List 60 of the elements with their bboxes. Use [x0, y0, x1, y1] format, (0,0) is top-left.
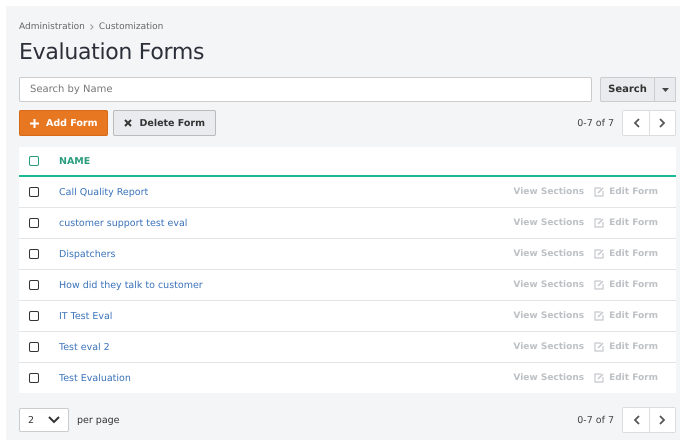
edit-form-link[interactable]: Edit Form — [609, 249, 658, 259]
next-page-button[interactable] — [649, 408, 675, 432]
edit-icon — [594, 373, 604, 383]
edit-form-link[interactable]: Edit Form — [609, 342, 658, 352]
view-sections-link[interactable]: View Sections — [513, 218, 584, 228]
form-name-link[interactable]: How did they talk to customer — [59, 280, 203, 290]
search-button[interactable]: Search — [600, 77, 655, 102]
form-name-link[interactable]: Test eval 2 — [59, 342, 110, 352]
view-sections-link[interactable]: View Sections — [513, 311, 584, 321]
select-all-checkbox[interactable] — [29, 156, 39, 166]
edit-icon — [594, 342, 604, 352]
page-range: 0-7 of 7 — [577, 118, 614, 128]
chevron-right-icon — [659, 118, 666, 128]
per-page-label: per page — [77, 414, 120, 426]
form-name-link[interactable]: Dispatchers — [59, 248, 116, 260]
form-name-link[interactable]: Test Evaluation — [59, 372, 131, 384]
page-range: 0-7 of 7 — [577, 414, 614, 426]
view-sections-link[interactable]: View Sections — [513, 249, 584, 259]
chevron-down-icon — [48, 416, 60, 424]
search-options-button[interactable] — [655, 77, 676, 102]
edit-form-link[interactable]: Edit Form — [609, 373, 658, 383]
edit-form-link[interactable]: Edit Form — [609, 187, 658, 197]
search-field[interactable]: Search by Name — [19, 77, 592, 102]
edit-icon — [594, 280, 604, 290]
next-page-button[interactable] — [649, 111, 675, 135]
row-checkbox[interactable] — [29, 373, 39, 383]
breadcrumb-chevron-icon — [90, 24, 94, 30]
row-checkbox[interactable] — [29, 311, 39, 321]
breadcrumb-item[interactable]: Customization — [98, 22, 164, 32]
breadcrumb-item[interactable]: Administration — [19, 22, 85, 32]
view-sections-link[interactable]: View Sections — [513, 187, 584, 197]
page-size-select[interactable]: 2 — [19, 408, 69, 432]
row-checkbox[interactable] — [29, 187, 39, 197]
edit-icon — [594, 218, 604, 228]
chevron-left-icon — [632, 118, 640, 128]
edit-form-link[interactable]: Edit Form — [609, 280, 658, 290]
form-name-link[interactable]: customer support test eval — [59, 218, 188, 228]
form-name-link[interactable]: Call Quality Report — [59, 186, 148, 198]
caret-icon — [662, 88, 668, 92]
page-title: Evaluation Forms — [19, 40, 206, 65]
close-icon — [124, 119, 132, 127]
row-checkbox[interactable] — [29, 342, 39, 352]
form-name-link[interactable]: IT Test Eval — [59, 310, 112, 322]
plus-icon — [30, 118, 39, 128]
edit-form-link[interactable]: Edit Form — [609, 218, 658, 228]
row-checkbox[interactable] — [29, 249, 39, 259]
add-form-button[interactable]: Add Form — [19, 110, 108, 136]
edit-form-link[interactable]: Edit Form — [609, 311, 658, 321]
chevron-left-icon — [632, 415, 640, 425]
view-sections-link[interactable]: View Sections — [513, 342, 584, 352]
view-sections-link[interactable]: View Sections — [513, 280, 584, 290]
delete-form-button[interactable]: Delete Form — [113, 110, 216, 136]
edit-icon — [594, 311, 604, 321]
chevron-right-icon — [659, 415, 666, 425]
column-header[interactable]: NAME — [59, 156, 90, 166]
row-checkbox[interactable] — [29, 280, 39, 290]
edit-icon — [594, 249, 604, 259]
view-sections-link[interactable]: View Sections — [513, 373, 584, 383]
edit-icon — [594, 187, 604, 197]
row-checkbox[interactable] — [29, 218, 39, 228]
